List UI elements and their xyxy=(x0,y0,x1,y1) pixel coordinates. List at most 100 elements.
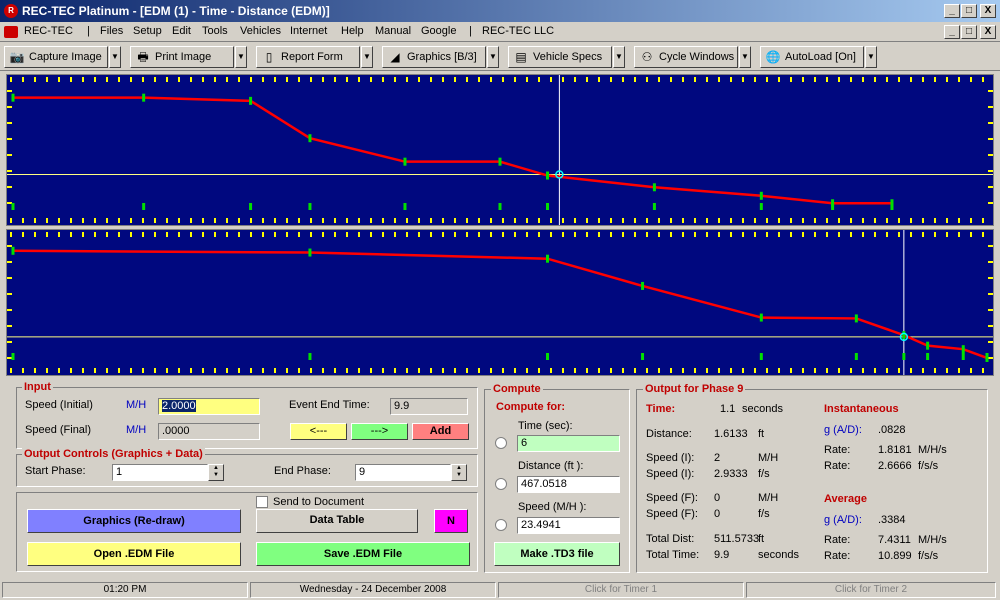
phase-marker xyxy=(11,353,15,360)
distance-input[interactable]: 467.0518 xyxy=(517,476,620,493)
vehicle-specs-dropdown[interactable]: ▼ xyxy=(613,46,625,68)
time-input[interactable]: 6 xyxy=(517,435,620,452)
maximize-button[interactable]: □ xyxy=(961,4,977,18)
phase-row-value: 1.6133 xyxy=(714,428,748,440)
menu-company[interactable]: REC-TEC LLC xyxy=(482,25,554,37)
menu-rec-tec[interactable]: REC-TEC xyxy=(24,25,73,37)
speed-input[interactable]: 23.4941 xyxy=(517,517,620,534)
end-phase-input[interactable]: 9 xyxy=(355,464,451,481)
graphics-redraw-button[interactable]: Graphics (Re-draw) xyxy=(27,509,241,533)
data-table-button[interactable]: Data Table xyxy=(256,509,418,533)
speed-initial-label: Speed (Initial) xyxy=(25,399,93,411)
menu-setup[interactable]: Setup xyxy=(133,25,162,37)
chart-bottom-svg xyxy=(7,230,993,375)
data-point-marker xyxy=(142,93,146,102)
inst-rate1-unit: M/H/s xyxy=(918,444,947,456)
phase-marker xyxy=(546,353,550,360)
vehicle-specs-button[interactable]: ▤ Vehicle Specs xyxy=(508,46,612,68)
n-button[interactable]: N xyxy=(434,509,468,533)
specs-icon: ▤ xyxy=(515,50,527,64)
event-end-input[interactable]: 9.9 xyxy=(390,398,468,415)
chart-top[interactable] xyxy=(6,74,994,226)
menu-manual[interactable]: Manual xyxy=(375,25,411,37)
child-restore-button[interactable]: □ xyxy=(961,25,977,39)
chart-top-svg xyxy=(7,75,993,225)
report-form-dropdown[interactable]: ▼ xyxy=(361,46,373,68)
phase-row-value: 0 xyxy=(714,492,721,504)
send-to-document-checkbox[interactable] xyxy=(256,496,268,508)
make-td3-button[interactable]: Make .TD3 file xyxy=(494,542,620,566)
status-bar: 01:20 PM Wednesday - 24 December 2008 Cl… xyxy=(0,580,1000,600)
autoload-button[interactable]: 🌐 AutoLoad [On] xyxy=(760,46,864,68)
capture-image-dropdown[interactable]: ▼ xyxy=(109,46,121,68)
menu-internet[interactable]: Internet xyxy=(290,25,327,37)
capture-image-button[interactable]: 📷 Capture Image xyxy=(4,46,108,68)
phase-time-value: 1.1 xyxy=(720,403,736,415)
autoload-dropdown[interactable]: ▼ xyxy=(865,46,877,68)
distance-radio[interactable] xyxy=(495,478,507,490)
cycle-windows-dropdown[interactable]: ▼ xyxy=(739,46,751,68)
rec-tec-icon[interactable]: R xyxy=(4,4,18,18)
phase-marker xyxy=(308,353,312,360)
start-phase-input[interactable]: 1 xyxy=(112,464,208,481)
speed-radio[interactable] xyxy=(495,519,507,531)
phase-marker xyxy=(546,203,550,210)
speed-initial-value: 2.0000 xyxy=(162,400,196,412)
prev-button[interactable]: <--- xyxy=(290,423,347,440)
print-image-dropdown[interactable]: ▼ xyxy=(235,46,247,68)
phase-marker xyxy=(961,353,965,360)
close-button[interactable]: X xyxy=(980,4,996,18)
data-point-marker xyxy=(854,314,858,323)
menu-google[interactable]: Google xyxy=(421,25,456,37)
timer1-button[interactable]: Click for Timer 1 xyxy=(498,582,744,598)
data-point-marker xyxy=(11,246,15,255)
phase-marker xyxy=(403,203,407,210)
phase-row-value: 2 xyxy=(714,452,721,464)
timer2-button[interactable]: Click for Timer 2 xyxy=(746,582,996,598)
graphics-dropdown[interactable]: ▼ xyxy=(487,46,499,68)
open-edm-button[interactable]: Open .EDM File xyxy=(27,542,241,566)
series-line xyxy=(12,249,988,360)
save-edm-button[interactable]: Save .EDM File xyxy=(256,542,470,566)
print-image-button[interactable]: 🖶 Print Image xyxy=(130,46,234,68)
event-end-label: Event End Time: xyxy=(289,399,370,411)
child-minimize-button[interactable]: _ xyxy=(944,25,960,39)
menu-vehicles[interactable]: Vehicles xyxy=(240,25,281,37)
menu-edit[interactable]: Edit xyxy=(172,25,191,37)
series-line xyxy=(13,96,892,205)
speed-initial-input[interactable]: 2.0000 xyxy=(158,398,260,415)
menu-files[interactable]: Files xyxy=(100,25,123,37)
print-image-label: Print Image xyxy=(155,51,212,63)
data-point-marker xyxy=(403,157,407,166)
add-button[interactable]: Add xyxy=(412,423,469,440)
start-phase-label: Start Phase: xyxy=(25,465,86,477)
minimize-button[interactable]: _ xyxy=(944,4,960,18)
time-radio[interactable] xyxy=(495,437,507,449)
phase-marker xyxy=(926,353,930,360)
end-phase-spinner[interactable]: ▲ ▼ xyxy=(451,464,467,481)
child-close-button[interactable]: X xyxy=(980,25,996,39)
cycle-windows-button[interactable]: ⚇ Cycle Windows xyxy=(634,46,738,68)
graphics-button[interactable]: ◢ Graphics [B/3] xyxy=(382,46,486,68)
inst-rate2-unit: f/s/s xyxy=(918,460,939,472)
speed-final-input[interactable]: .0000 xyxy=(158,423,260,440)
phase-marker xyxy=(902,353,906,360)
phase-marker xyxy=(985,353,989,360)
output-phase-title: Output for Phase 9 xyxy=(643,383,746,395)
menu-tools[interactable]: Tools xyxy=(202,25,228,37)
phase-row-value: 0 xyxy=(714,508,721,520)
phase-row-unit: ft xyxy=(758,428,765,440)
phase-marker xyxy=(759,353,763,360)
next-button[interactable]: ---> xyxy=(351,423,408,440)
chart-bottom[interactable] xyxy=(6,229,994,376)
phase-row-label: Speed (I): xyxy=(646,468,695,480)
menu-help[interactable]: Help xyxy=(341,25,364,37)
phase-row-label: Speed (F): xyxy=(646,508,698,520)
data-point-marker xyxy=(498,157,502,166)
output-controls-title: Output Controls (Graphics + Data) xyxy=(22,448,205,460)
phase-marker xyxy=(142,203,146,210)
report-form-button[interactable]: ▯ Report Form xyxy=(256,46,360,68)
phase-marker xyxy=(759,203,763,210)
start-phase-spinner[interactable]: ▲ ▼ xyxy=(208,464,224,481)
globe-icon: 🌐 xyxy=(765,50,781,64)
